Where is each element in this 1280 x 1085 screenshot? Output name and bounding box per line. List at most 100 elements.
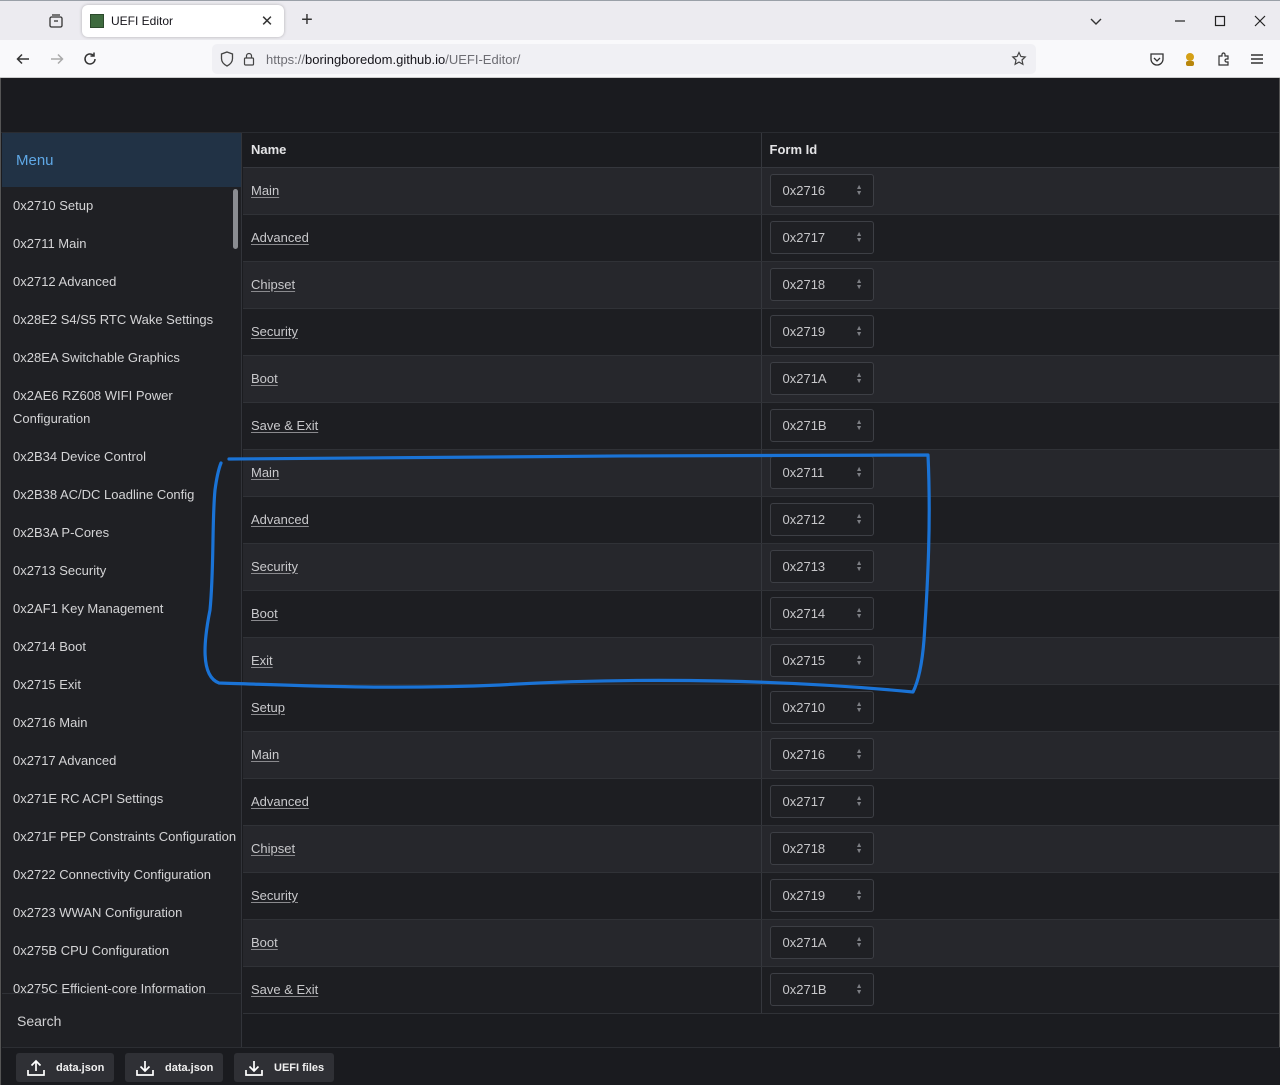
sidebar-menu-item[interactable]: 0x271F PEP Constraints Configuration <box>2 818 242 856</box>
form-id-input[interactable]: 0x2717 ▲ ▼ <box>769 785 874 818</box>
minimize-icon[interactable] <box>1160 1 1200 41</box>
sidebar-menu-item[interactable]: 0x28E2 S4/S5 RTC Wake Settings <box>2 301 242 339</box>
sidebar-menu-item[interactable]: 0x2710 Setup <box>2 187 242 225</box>
tab-list-icon[interactable] <box>44 9 68 33</box>
sidebar-menu-item[interactable]: 0x2714 Boot <box>2 628 242 666</box>
form-name-link[interactable]: Main <box>251 183 279 198</box>
sidebar-menu-item[interactable]: 0x275B CPU Configuration <box>2 932 242 970</box>
form-name-link[interactable]: Advanced <box>251 794 309 809</box>
spinner-arrows-icon[interactable]: ▲ ▼ <box>856 513 863 526</box>
form-name-link[interactable]: Main <box>251 747 279 762</box>
sidebar-menu-item[interactable]: 0x2AE6 RZ608 WIFI Power Configuration <box>2 377 242 438</box>
form-id-input[interactable]: 0x271B ▲ ▼ <box>769 409 874 442</box>
spinner-arrows-icon[interactable]: ▲ ▼ <box>856 278 863 291</box>
spinner-arrows-icon[interactable]: ▲ ▼ <box>856 372 863 385</box>
form-id-input[interactable]: 0x2713 ▲ ▼ <box>769 550 874 583</box>
form-id-input[interactable]: 0x2714 ▲ ▼ <box>769 597 874 630</box>
bookmark-star-icon[interactable] <box>1008 48 1030 70</box>
sidebar-menu-item[interactable]: 0x2B38 AC/DC Loadline Config <box>2 476 242 514</box>
spinner-arrows-icon[interactable]: ▲ ▼ <box>856 654 863 667</box>
url-bar[interactable]: https://boringboredom.github.io/UEFI-Edi… <box>212 44 1036 74</box>
sidebar-scrollbar[interactable] <box>233 189 238 249</box>
app-menu-icon[interactable] <box>1245 47 1269 71</box>
form-id-input[interactable]: 0x271A ▲ ▼ <box>769 926 874 959</box>
sidebar-menu-item[interactable]: 0x2715 Exit <box>2 666 242 704</box>
spinner-arrows-icon[interactable]: ▲ ▼ <box>856 184 863 197</box>
spinner-arrows-icon[interactable]: ▲ ▼ <box>856 983 863 996</box>
form-id-input[interactable]: 0x2715 ▲ ▼ <box>769 644 874 677</box>
close-window-icon[interactable] <box>1240 1 1280 41</box>
spinner-arrows-icon[interactable]: ▲ ▼ <box>856 419 863 432</box>
back-icon[interactable] <box>11 47 35 71</box>
form-name-link[interactable]: Save & Exit <box>251 982 318 997</box>
spinner-arrows-icon[interactable]: ▲ ▼ <box>856 889 863 902</box>
search-button[interactable]: Search <box>2 993 242 1047</box>
sidebar-menu-item[interactable]: 0x2716 Main <box>2 704 242 742</box>
form-name-link[interactable]: Setup <box>251 700 285 715</box>
form-id-input[interactable]: 0x271A ▲ ▼ <box>769 362 874 395</box>
sidebar-menu-item[interactable]: 0x2711 Main <box>2 225 242 263</box>
extensions-icon[interactable] <box>1212 47 1236 71</box>
form-id-input[interactable]: 0x271B ▲ ▼ <box>769 973 874 1006</box>
form-id-input[interactable]: 0x2719 ▲ ▼ <box>769 315 874 348</box>
form-name-link[interactable]: Save & Exit <box>251 418 318 433</box>
form-id-input[interactable]: 0x2719 ▲ ▼ <box>769 879 874 912</box>
reload-icon[interactable] <box>78 47 102 71</box>
form-name-link[interactable]: Exit <box>251 653 273 668</box>
spinner-arrows-icon[interactable]: ▲ ▼ <box>856 231 863 244</box>
spinner-arrows-icon[interactable]: ▲ ▼ <box>856 795 863 808</box>
form-name-link[interactable]: Main <box>251 465 279 480</box>
url-text[interactable]: https://boringboredom.github.io/UEFI-Edi… <box>266 52 520 67</box>
lock-icon[interactable] <box>238 48 260 70</box>
form-name-link[interactable]: Security <box>251 559 298 574</box>
download-uefi-files-button[interactable]: UEFI files <box>234 1053 335 1082</box>
form-id-input[interactable]: 0x2712 ▲ ▼ <box>769 503 874 536</box>
form-name-link[interactable]: Advanced <box>251 512 309 527</box>
forward-icon[interactable] <box>45 47 69 71</box>
form-name-link[interactable]: Security <box>251 324 298 339</box>
form-id-input[interactable]: 0x2716 ▲ ▼ <box>769 738 874 771</box>
maximize-icon[interactable] <box>1200 1 1240 41</box>
spinner-arrows-icon[interactable]: ▲ ▼ <box>856 748 863 761</box>
sidebar-menu-item[interactable]: 0x2722 Connectivity Configuration <box>2 856 242 894</box>
form-id-input[interactable]: 0x2710 ▲ ▼ <box>769 691 874 724</box>
form-id-input[interactable]: 0x2717 ▲ ▼ <box>769 221 874 254</box>
new-tab-icon[interactable]: + <box>295 9 319 33</box>
spinner-arrows-icon[interactable]: ▲ ▼ <box>856 325 863 338</box>
sidebar-menu-item[interactable]: 0x2723 WWAN Configuration <box>2 894 242 932</box>
form-id-input[interactable]: 0x2711 ▲ ▼ <box>769 456 874 489</box>
list-all-tabs-icon[interactable] <box>1084 9 1108 33</box>
account-icon[interactable] <box>1178 47 1202 71</box>
form-id-input[interactable]: 0x2716 ▲ ▼ <box>769 174 874 207</box>
spinner-arrows-icon[interactable]: ▲ ▼ <box>856 842 863 855</box>
sidebar-menu-item[interactable]: 0x2717 Advanced <box>2 742 242 780</box>
form-name-link[interactable]: Boot <box>251 935 278 950</box>
browser-tab[interactable]: UEFI Editor ✕ <box>82 5 284 37</box>
sidebar-menu-item[interactable]: 0x2713 Security <box>2 552 242 590</box>
spinner-arrows-icon[interactable]: ▲ ▼ <box>856 936 863 949</box>
form-id-input[interactable]: 0x2718 ▲ ▼ <box>769 268 874 301</box>
tracking-protection-icon[interactable] <box>216 48 238 70</box>
spinner-arrows-icon[interactable]: ▲ ▼ <box>856 701 863 714</box>
download-data-json-button[interactable]: data.json <box>125 1053 224 1082</box>
form-name-link[interactable]: Chipset <box>251 277 295 292</box>
sidebar-menu-item[interactable]: 0x2AF1 Key Management <box>2 590 242 628</box>
form-name-link[interactable]: Advanced <box>251 230 309 245</box>
form-name-link[interactable]: Boot <box>251 606 278 621</box>
spinner-arrows-icon[interactable]: ▲ ▼ <box>856 560 863 573</box>
upload-data-json-button[interactable]: data.json <box>16 1053 115 1082</box>
sidebar-menu-item[interactable]: 0x28EA Switchable Graphics <box>2 339 242 377</box>
spinner-arrows-icon[interactable]: ▲ ▼ <box>856 466 863 479</box>
form-name-link[interactable]: Security <box>251 888 298 903</box>
sidebar-menu-item[interactable]: 0x2B3A P-Cores <box>2 514 242 552</box>
spinner-arrows-icon[interactable]: ▲ ▼ <box>856 607 863 620</box>
form-name-link[interactable]: Chipset <box>251 841 295 856</box>
close-tab-icon[interactable]: ✕ <box>258 12 276 30</box>
sidebar-menu-item[interactable]: 0x2B34 Device Control <box>2 438 242 476</box>
sidebar-menu-item[interactable]: 0x271E RC ACPI Settings <box>2 780 242 818</box>
form-name-link[interactable]: Boot <box>251 371 278 386</box>
sidebar-menu-item[interactable]: 0x2712 Advanced <box>2 263 242 301</box>
form-id-input[interactable]: 0x2718 ▲ ▼ <box>769 832 874 865</box>
pocket-icon[interactable] <box>1145 47 1169 71</box>
sidebar-menu-item[interactable]: 0x275C Efficient-core Information <box>2 970 242 993</box>
